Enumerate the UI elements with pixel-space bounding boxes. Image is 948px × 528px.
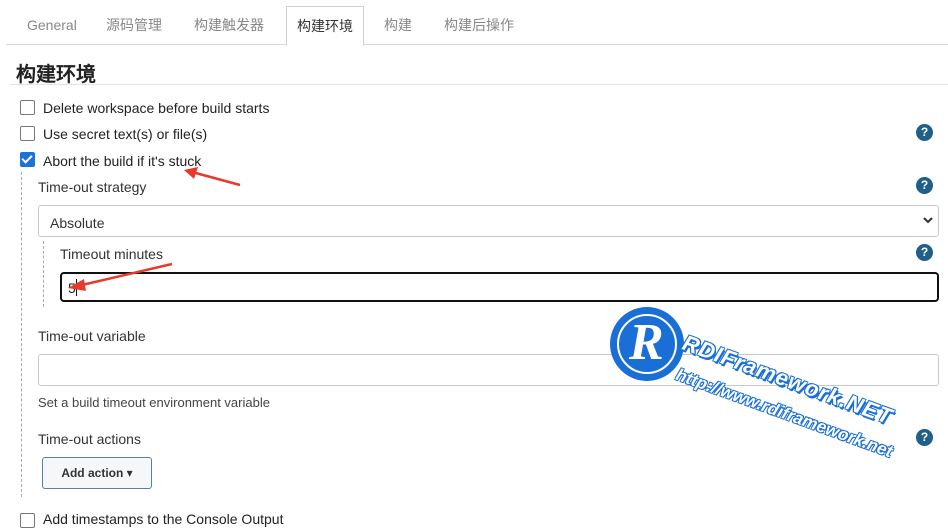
timeout-strategy-label: Time-out strategy — [38, 179, 147, 195]
nested-guide-line — [21, 172, 22, 497]
delete-workspace-checkbox[interactable] — [20, 100, 35, 115]
secret-text-checkbox[interactable] — [20, 126, 35, 141]
timeout-variable-hint: Set a build timeout environment variable — [38, 395, 270, 410]
tab-general[interactable]: General — [27, 6, 77, 44]
nested-guide-line — [43, 241, 44, 307]
timeout-strategy-select[interactable]: Absolute — [38, 205, 939, 237]
timestamps-label[interactable]: Add timestamps to the Console Output — [43, 511, 283, 527]
secret-text-label[interactable]: Use secret text(s) or file(s) — [43, 126, 207, 142]
tab-source-control[interactable]: 源码管理 — [106, 6, 162, 44]
section-title: 构建环境 — [16, 64, 96, 86]
timeout-variable-label: Time-out variable — [38, 328, 146, 344]
abort-stuck-checkbox[interactable] — [20, 152, 35, 167]
timeout-actions-label: Time-out actions — [38, 431, 141, 447]
timeout-strategy-value: Absolute — [50, 215, 105, 231]
tab-build-environment[interactable]: 构建环境 — [286, 6, 364, 46]
add-action-button[interactable]: Add action ▾ — [42, 457, 152, 489]
timestamps-checkbox[interactable] — [20, 513, 35, 528]
watermark-logo-letter: R — [629, 314, 664, 371]
section-divider — [10, 84, 948, 85]
timeout-minutes-input[interactable]: 5 — [60, 272, 939, 302]
tab-build-triggers[interactable]: 构建触发器 — [194, 6, 264, 44]
tab-post-build[interactable]: 构建后操作 — [444, 6, 514, 44]
annotation-arrow-icon — [184, 167, 241, 187]
watermark-logo: R — [610, 307, 684, 381]
abort-stuck-label[interactable]: Abort the build if it's stuck — [43, 153, 201, 169]
annotation-arrow-icon — [68, 262, 173, 291]
tab-build[interactable]: 构建 — [384, 6, 412, 44]
delete-workspace-label[interactable]: Delete workspace before build starts — [43, 100, 269, 116]
help-icon[interactable]: ? — [916, 177, 933, 194]
tab-bar: General 源码管理 构建触发器 构建环境 构建 构建后操作 — [6, 6, 948, 46]
help-icon[interactable]: ? — [916, 244, 933, 261]
chevron-down-icon — [922, 211, 934, 232]
help-icon[interactable]: ? — [916, 124, 933, 141]
help-icon[interactable]: ? — [916, 429, 933, 446]
